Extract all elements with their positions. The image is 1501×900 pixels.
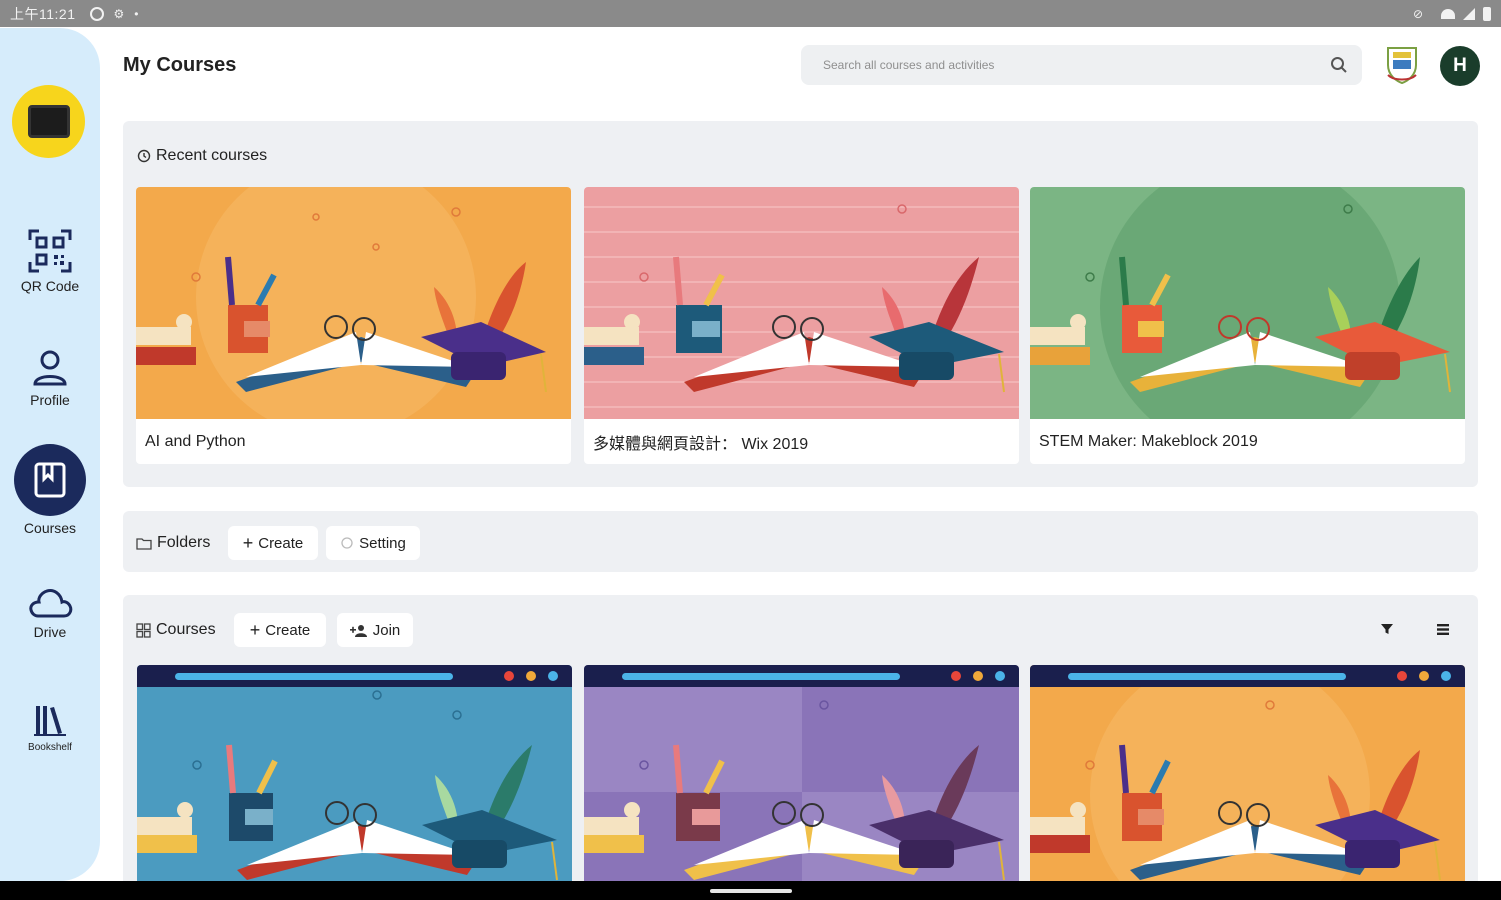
course-title: STEM Maker: Makeblock 2019 xyxy=(1039,432,1258,450)
maximize-dot xyxy=(548,671,558,681)
join-course-button[interactable]: Join xyxy=(337,613,413,647)
battery-icon xyxy=(1483,6,1491,21)
sidebar-item-label: Profile xyxy=(30,392,70,408)
settings-icon: ⚙ xyxy=(113,6,125,21)
create-folder-button[interactable]: + Create xyxy=(228,526,318,560)
folder-setting-label: Setting xyxy=(359,534,406,552)
mute-icon: ⊘ xyxy=(1412,6,1423,21)
course-card[interactable] xyxy=(584,665,1019,895)
cloud-icon xyxy=(29,589,73,618)
clock-icon xyxy=(137,149,151,163)
course-title: 多媒體與網頁設計： Wix 2019 xyxy=(593,435,809,453)
school-crest-icon[interactable] xyxy=(1384,45,1420,85)
course-illustration xyxy=(584,187,1019,419)
create-folder-label: Create xyxy=(258,534,304,552)
course-illustration xyxy=(136,187,571,419)
course-illustration xyxy=(137,665,572,895)
plus-icon: + xyxy=(242,532,254,553)
course-card[interactable]: AI and Python xyxy=(136,187,571,464)
qr-code-icon xyxy=(28,229,72,273)
recent-courses-heading: Recent courses xyxy=(137,147,267,165)
sidebar-item-label: Drive xyxy=(33,624,67,640)
course-illustration xyxy=(584,665,1019,895)
courses-panel: Courses + Create Join xyxy=(123,595,1478,895)
minimize-dot xyxy=(526,671,536,681)
sidebar-item-label: Bookshelf xyxy=(28,742,72,753)
sidebar-item-courses[interactable]: Courses xyxy=(0,444,100,536)
browser-bar xyxy=(137,665,572,687)
courses-label: Courses xyxy=(156,621,216,638)
folder-icon xyxy=(136,537,152,550)
url-bar xyxy=(1068,672,1346,680)
plus-icon: + xyxy=(249,619,261,640)
browser-bar xyxy=(584,665,1019,687)
gear-icon xyxy=(341,537,353,549)
close-dot xyxy=(1397,671,1407,681)
book-icon xyxy=(34,462,66,498)
system-nav-bar xyxy=(0,881,1501,900)
status-bar: 上午11:21 ⚙ • ⊘ xyxy=(0,0,1501,27)
folders-panel: Folders + Create Setting xyxy=(123,511,1478,572)
bookshelf-icon xyxy=(34,706,66,736)
create-course-label: Create xyxy=(265,621,311,639)
sidebar-item-qr-code[interactable]: QR Code xyxy=(0,228,100,294)
app-logo[interactable] xyxy=(12,85,85,158)
status-icons: ⊘ xyxy=(1412,6,1491,21)
sidebar-item-bookshelf[interactable]: Bookshelf xyxy=(0,702,100,753)
search-bar xyxy=(801,45,1362,85)
course-card[interactable] xyxy=(1030,665,1465,895)
list-view-icon[interactable] xyxy=(1436,623,1450,636)
dot-icon: • xyxy=(134,6,139,21)
course-card[interactable] xyxy=(137,665,572,895)
filter-icon[interactable] xyxy=(1380,622,1394,636)
course-illustration xyxy=(1030,665,1465,895)
maximize-dot xyxy=(1441,671,1451,681)
search-input[interactable] xyxy=(823,58,1330,72)
sidebar-item-label: QR Code xyxy=(20,278,80,294)
close-dot xyxy=(504,671,514,681)
course-card[interactable]: STEM Maker: Makeblock 2019 xyxy=(1030,187,1465,464)
window-controls xyxy=(951,671,1005,681)
window-controls xyxy=(1397,671,1451,681)
folder-setting-button[interactable]: Setting xyxy=(326,526,420,560)
avatar[interactable]: H xyxy=(1440,46,1480,86)
person-icon xyxy=(33,350,67,386)
add-person-icon xyxy=(349,624,367,637)
minimize-dot xyxy=(973,671,983,681)
course-card[interactable]: 多媒體與網頁設計： Wix 2019 xyxy=(584,187,1019,464)
sidebar-item-profile[interactable]: Profile xyxy=(0,350,100,408)
wifi-icon xyxy=(1441,8,1455,19)
recent-courses-label: Recent courses xyxy=(156,147,268,164)
search-icon[interactable] xyxy=(1330,56,1348,74)
browser-bar xyxy=(1030,665,1465,687)
close-dot xyxy=(951,671,961,681)
sidebar-item-drive[interactable]: Drive xyxy=(0,584,100,640)
status-time: 上午11:21 xyxy=(10,5,76,22)
create-course-button[interactable]: + Create xyxy=(234,613,326,647)
sidebar: QR Code Profile Courses Drive Bookshelf xyxy=(0,28,100,881)
active-indicator xyxy=(14,444,86,516)
grid-icon xyxy=(136,622,151,638)
monitor-icon xyxy=(27,105,70,138)
folders-label: Folders xyxy=(157,534,211,551)
course-illustration xyxy=(1030,187,1465,419)
home-handle[interactable] xyxy=(710,889,792,893)
url-bar xyxy=(622,672,900,680)
maximize-dot xyxy=(995,671,1005,681)
recent-courses-panel: Recent courses AI and Python 多媒體與網頁設計： W… xyxy=(123,121,1478,487)
minimize-dot xyxy=(1419,671,1429,681)
signal-icon xyxy=(1463,7,1475,20)
courses-heading: Courses xyxy=(136,621,216,639)
globe-icon xyxy=(89,6,104,21)
join-course-label: Join xyxy=(372,621,401,639)
folders-heading: Folders xyxy=(136,534,210,552)
url-bar xyxy=(175,672,453,680)
page-title: My Courses xyxy=(123,54,237,76)
course-title: AI and Python xyxy=(145,432,246,450)
sidebar-item-label: Courses xyxy=(23,520,77,536)
window-controls xyxy=(504,671,558,681)
